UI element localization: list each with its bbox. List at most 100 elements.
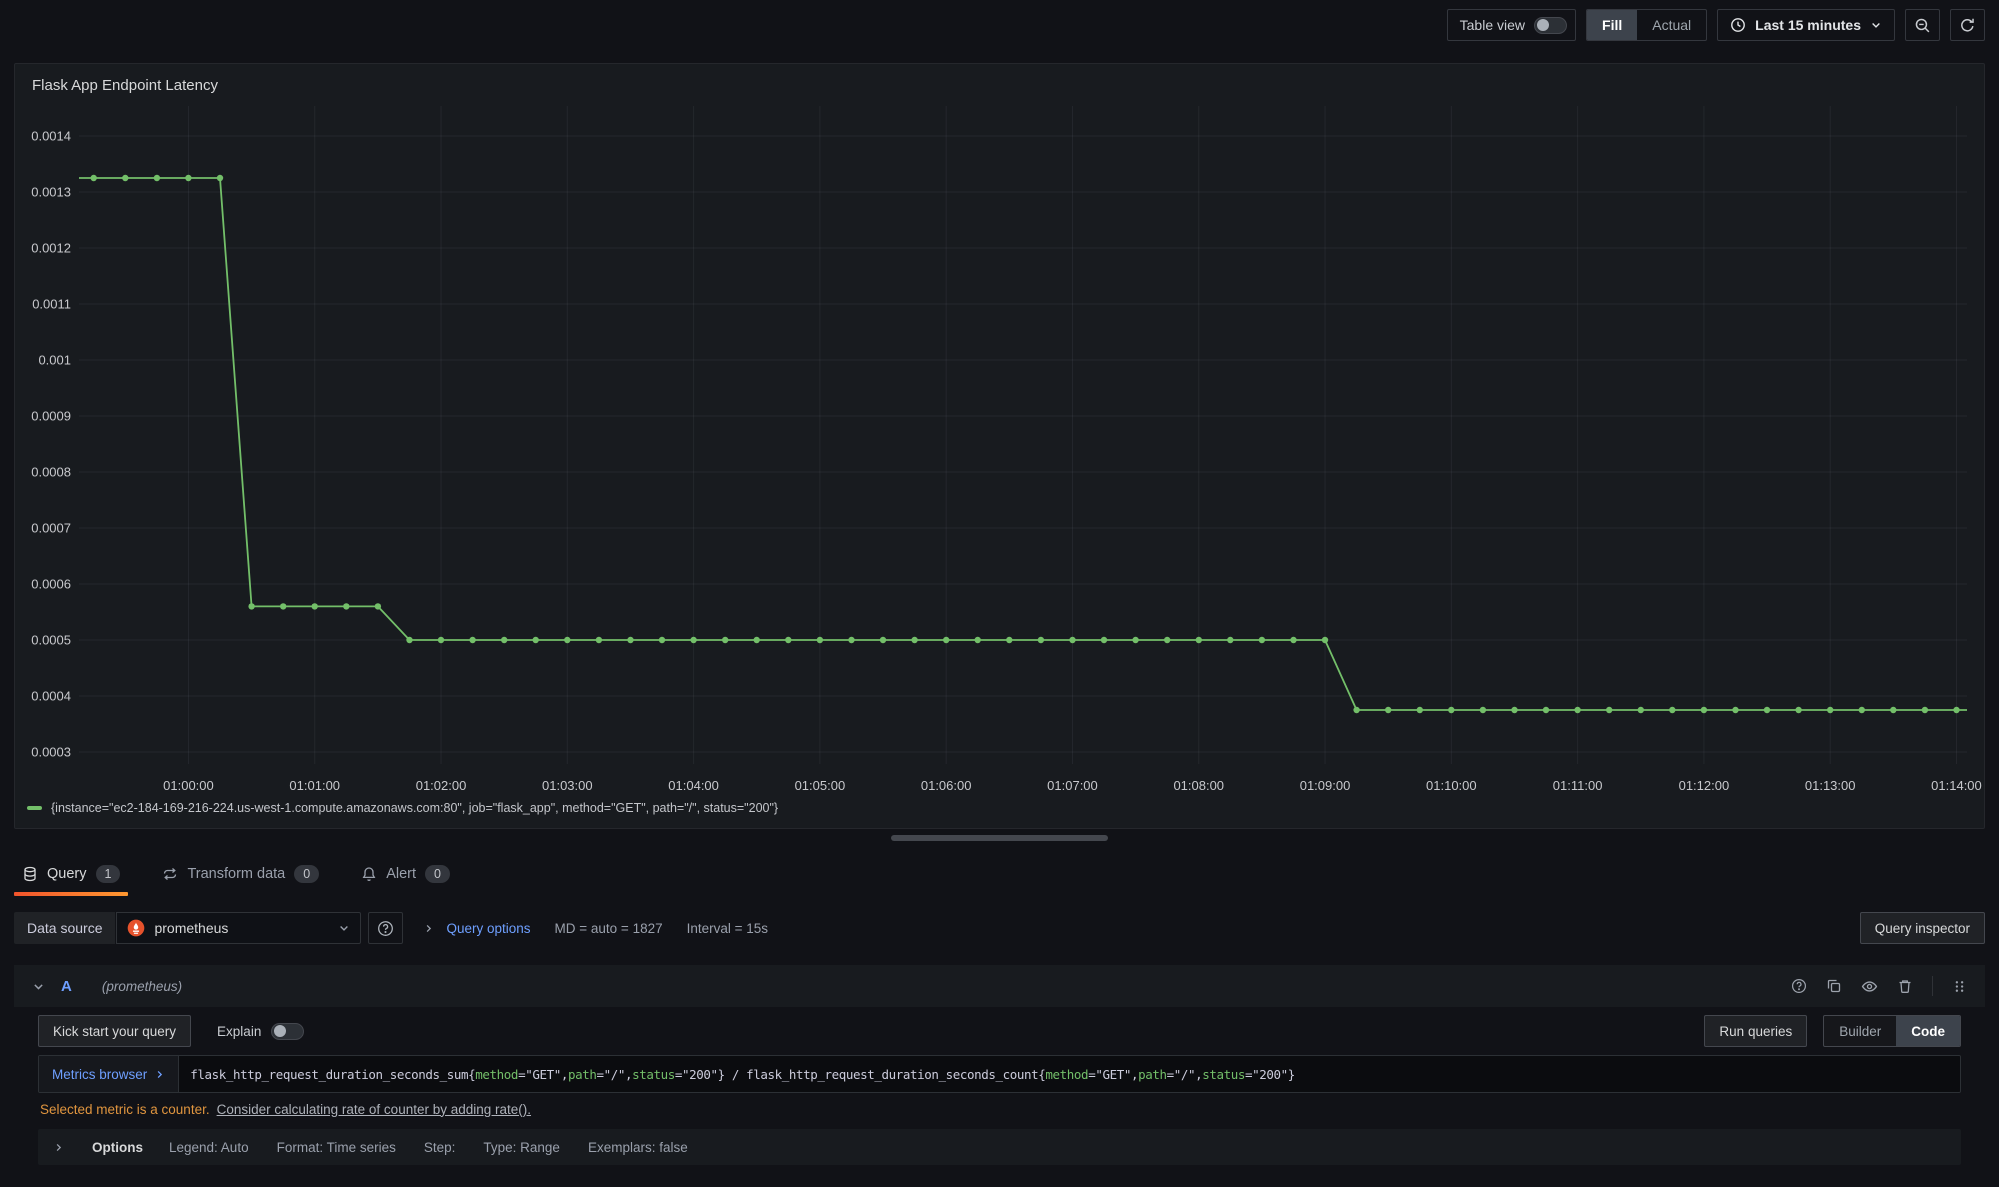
datasource-label: Data source bbox=[14, 912, 115, 944]
prometheus-icon bbox=[127, 919, 145, 937]
latency-chart[interactable]: 0.00140.00130.00120.00110.0010.00090.000… bbox=[15, 64, 1984, 799]
chevron-down-icon bbox=[1870, 19, 1882, 31]
toggle-visibility-button[interactable] bbox=[1861, 978, 1878, 995]
query-options-summary[interactable]: Query options MD = auto = 1827 Interval … bbox=[423, 921, 768, 936]
table-view-label: Table view bbox=[1460, 17, 1525, 33]
y-tick-label: 0.0006 bbox=[31, 577, 71, 592]
tab-query[interactable]: Query 1 bbox=[14, 849, 128, 898]
max-datapoints-text: MD = auto = 1827 bbox=[555, 921, 663, 936]
x-tick-label: 01:08:00 bbox=[1173, 778, 1224, 793]
data-point bbox=[533, 637, 539, 643]
data-point bbox=[911, 637, 917, 643]
panel-title: Flask App Endpoint Latency bbox=[32, 77, 218, 94]
x-tick-label: 01:11:00 bbox=[1553, 778, 1603, 793]
query-toolbar-right: Run queries Builder Code bbox=[1704, 1015, 1961, 1047]
query-row-header[interactable]: A (prometheus) bbox=[14, 965, 1985, 1007]
query-inspector-button[interactable]: Query inspector bbox=[1860, 912, 1985, 944]
data-point bbox=[564, 637, 570, 643]
time-range-picker[interactable]: Last 15 minutes bbox=[1717, 9, 1895, 41]
drag-query-handle[interactable] bbox=[1952, 979, 1967, 994]
explain-label: Explain bbox=[217, 1024, 261, 1039]
warning-rate-link[interactable]: Consider calculating rate of counter by … bbox=[217, 1102, 531, 1117]
data-point bbox=[1511, 707, 1517, 713]
data-point bbox=[627, 637, 633, 643]
data-point bbox=[1196, 637, 1202, 643]
data-point bbox=[438, 637, 444, 643]
transform-icon bbox=[162, 866, 178, 882]
query-row-actions bbox=[1791, 976, 1967, 996]
tab-alert-count: 0 bbox=[425, 865, 450, 883]
query-ref-id: A bbox=[61, 978, 72, 995]
zoom-out-button[interactable] bbox=[1905, 9, 1940, 41]
promql-code[interactable]: flask_http_request_duration_seconds_sum{… bbox=[179, 1056, 1960, 1092]
bell-icon bbox=[361, 866, 377, 882]
data-point bbox=[1101, 637, 1107, 643]
options-summary-items: Legend: AutoFormat: Time seriesStep:Type… bbox=[169, 1140, 688, 1155]
refresh-button[interactable] bbox=[1950, 9, 1985, 41]
legend-label: {instance="ec2-184-169-216-224.us-west-1… bbox=[51, 801, 778, 815]
fill-actual-segment: Fill Actual bbox=[1586, 9, 1707, 41]
option-summary-item: Format: Time series bbox=[277, 1140, 396, 1155]
x-tick-label: 01:12:00 bbox=[1679, 778, 1730, 793]
data-point bbox=[185, 175, 191, 181]
data-point bbox=[1038, 637, 1044, 643]
data-point bbox=[1669, 707, 1675, 713]
duplicate-query-button[interactable] bbox=[1826, 978, 1842, 994]
data-point bbox=[785, 637, 791, 643]
chart-legend[interactable]: {instance="ec2-184-169-216-224.us-west-1… bbox=[27, 801, 778, 815]
data-point bbox=[1480, 707, 1486, 713]
x-tick-label: 01:02:00 bbox=[416, 778, 467, 793]
copy-icon bbox=[1826, 978, 1842, 994]
actual-button[interactable]: Actual bbox=[1637, 10, 1706, 40]
datasource-help-button[interactable] bbox=[368, 912, 403, 944]
collapse-chevron-icon[interactable] bbox=[32, 980, 45, 993]
tab-alert[interactable]: Alert 0 bbox=[353, 849, 458, 898]
y-tick-label: 0.0011 bbox=[32, 297, 71, 312]
delete-query-button[interactable] bbox=[1897, 978, 1913, 994]
fill-button[interactable]: Fill bbox=[1587, 10, 1637, 40]
refresh-icon bbox=[1959, 17, 1976, 34]
time-range-label: Last 15 minutes bbox=[1755, 17, 1861, 33]
drag-handle-icon bbox=[1952, 979, 1967, 994]
query-help-button[interactable] bbox=[1791, 978, 1807, 994]
data-point bbox=[1227, 637, 1233, 643]
promql-token: status bbox=[632, 1067, 675, 1082]
metrics-browser-button[interactable]: Metrics browser bbox=[39, 1056, 179, 1092]
latency-panel: Flask App Endpoint Latency 0.00140.00130… bbox=[14, 63, 1985, 829]
data-point bbox=[880, 637, 886, 643]
data-point bbox=[1859, 707, 1865, 713]
data-point bbox=[217, 175, 223, 181]
data-point bbox=[1890, 707, 1896, 713]
data-point bbox=[312, 603, 318, 609]
y-tick-label: 0.0012 bbox=[31, 241, 71, 256]
data-point bbox=[848, 637, 854, 643]
data-point bbox=[1164, 637, 1170, 643]
explain-toggle[interactable] bbox=[271, 1023, 304, 1040]
data-point bbox=[1922, 707, 1928, 713]
tab-transform-data[interactable]: Transform data 0 bbox=[154, 849, 327, 898]
x-tick-label: 01:07:00 bbox=[1047, 778, 1098, 793]
warning-text: Selected metric is a counter. bbox=[40, 1102, 210, 1117]
y-tick-label: 0.0004 bbox=[31, 689, 71, 704]
y-tick-label: 0.0013 bbox=[31, 185, 71, 200]
data-point bbox=[596, 637, 602, 643]
query-options-link[interactable]: Query options bbox=[446, 921, 530, 936]
run-queries-button[interactable]: Run queries bbox=[1704, 1015, 1807, 1047]
promql-editor: Metrics browser flask_http_request_durat… bbox=[38, 1055, 1961, 1093]
data-point bbox=[1259, 637, 1265, 643]
panel-resize-handle[interactable] bbox=[891, 835, 1108, 841]
chevron-right-icon bbox=[154, 1069, 165, 1080]
x-tick-label: 01:14:00 bbox=[1931, 778, 1982, 793]
datasource-picker[interactable]: prometheus bbox=[116, 912, 361, 944]
option-summary-item: Type: Range bbox=[483, 1140, 560, 1155]
table-view-toggle[interactable] bbox=[1534, 17, 1567, 34]
tab-query-count: 1 bbox=[96, 865, 121, 883]
eye-icon bbox=[1861, 978, 1878, 995]
code-button[interactable]: Code bbox=[1896, 1016, 1960, 1046]
builder-button[interactable]: Builder bbox=[1824, 1016, 1896, 1046]
options-collapsible-row[interactable]: Options Legend: AutoFormat: Time seriesS… bbox=[38, 1129, 1961, 1165]
explain-control: Explain bbox=[217, 1023, 304, 1040]
data-point bbox=[1574, 707, 1580, 713]
table-view-control: Table view bbox=[1447, 9, 1576, 41]
kick-start-query-button[interactable]: Kick start your query bbox=[38, 1015, 191, 1047]
